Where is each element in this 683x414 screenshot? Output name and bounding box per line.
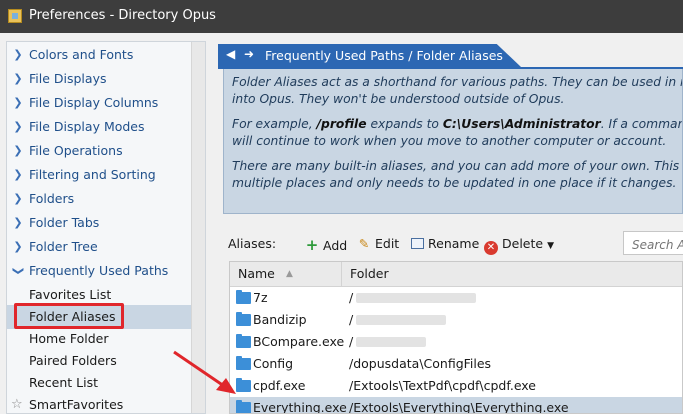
tree-item-colors-and-fonts[interactable]: ❯ Colors and Fonts bbox=[7, 43, 192, 67]
info-text: expands to bbox=[366, 117, 443, 131]
rename-button[interactable]: Rename bbox=[411, 236, 479, 251]
info-text: Folder Aliases act as a shorthand for va… bbox=[232, 75, 683, 89]
chevron-down-icon: ❯ bbox=[12, 266, 25, 276]
info-alias-example: /profile bbox=[316, 117, 367, 131]
info-text: For example, bbox=[232, 117, 317, 131]
table-row[interactable]: cpdf.exe /Extools\TextPdf\cpdf\cpdf.exe bbox=[230, 375, 682, 397]
column-header-name[interactable]: Name ▲ bbox=[230, 262, 342, 286]
table-header: Name ▲ Folder bbox=[230, 262, 682, 287]
info-text: multiple places and only needs to be upd… bbox=[232, 176, 677, 190]
chevron-right-icon: ❯ bbox=[13, 240, 23, 253]
info-text: There are many built-in aliases, and you… bbox=[232, 159, 683, 173]
chevron-right-icon: ❯ bbox=[13, 48, 23, 61]
chevron-right-icon: ❯ bbox=[13, 192, 23, 205]
column-header-folder[interactable]: Folder bbox=[342, 262, 389, 286]
chevron-right-icon: ❯ bbox=[13, 72, 23, 85]
tree-item-file-operations[interactable]: ❯ File Operations bbox=[7, 139, 192, 163]
chevron-right-icon: ❯ bbox=[13, 216, 23, 229]
delete-icon: ✕ bbox=[484, 241, 498, 255]
settings-page: ◀ ➜ Frequently Used Paths / Folder Alias… bbox=[216, 41, 683, 414]
tree-item-home-folder[interactable]: Home Folder bbox=[7, 327, 192, 351]
highlight-box bbox=[14, 303, 124, 329]
info-text: into Opus. They won't be understood outs… bbox=[232, 92, 565, 106]
page-header: ◀ ➜ Frequently Used Paths / Folder Alias… bbox=[218, 44, 521, 67]
table-row[interactable]: Everything.exe /Extools\Everything\Every… bbox=[230, 397, 682, 413]
chevron-right-icon: ❯ bbox=[13, 96, 23, 109]
folder-icon bbox=[236, 290, 251, 304]
info-text: . If a command use bbox=[600, 117, 682, 131]
aliases-toolbar: Aliases: + Add ✎ Edit Rename ✕ Delete ▼ bbox=[216, 231, 683, 257]
dropdown-arrow-icon: ▼ bbox=[547, 241, 554, 251]
info-panel: Folder Aliases act as a shorthand for va… bbox=[223, 69, 683, 214]
table-row[interactable]: BCompare.exe / bbox=[230, 331, 682, 353]
folder-icon bbox=[236, 400, 251, 413]
star-icon: ☆ bbox=[11, 397, 23, 412]
table-row[interactable]: Bandizip / bbox=[230, 309, 682, 331]
chevron-right-icon: ❯ bbox=[13, 168, 23, 181]
add-button[interactable]: + Add bbox=[304, 236, 348, 254]
tree-item-folder-tree[interactable]: ❯ Folder Tree bbox=[7, 235, 192, 259]
tree-item-file-displays[interactable]: ❯ File Displays bbox=[7, 67, 192, 91]
app-icon bbox=[8, 9, 22, 23]
info-text: will continue to work when you move to a… bbox=[232, 134, 667, 148]
tree-item-paired-folders[interactable]: Paired Folders bbox=[7, 349, 192, 373]
tree-item-file-display-columns[interactable]: ❯ File Display Columns bbox=[7, 91, 192, 115]
back-arrow-icon[interactable]: ◀ bbox=[226, 47, 235, 61]
plus-icon: + bbox=[305, 236, 319, 254]
table-row[interactable]: Config /dopusdata\ConfigFiles bbox=[230, 353, 682, 375]
folder-icon bbox=[236, 334, 251, 348]
tree-item-recent-list[interactable]: Recent List bbox=[7, 371, 192, 395]
tree-item-filtering-and-sorting[interactable]: ❯ Filtering and Sorting bbox=[7, 163, 192, 187]
chevron-right-icon: ❯ bbox=[13, 120, 23, 133]
page-title: Frequently Used Paths / Folder Aliases bbox=[265, 48, 503, 63]
tree-item-file-display-modes[interactable]: ❯ File Display Modes bbox=[7, 115, 192, 139]
aliases-table[interactable]: Name ▲ Folder 7z / Bandizip / BCompare.ex… bbox=[229, 261, 683, 414]
redacted-path bbox=[356, 293, 476, 303]
tree-item-folder-tabs[interactable]: ❯ Folder Tabs bbox=[7, 211, 192, 235]
tree-item-folders[interactable]: ❯ Folders bbox=[7, 187, 192, 211]
delete-button[interactable]: ✕ Delete ▼ bbox=[484, 236, 554, 255]
sort-ascending-icon: ▲ bbox=[286, 269, 293, 279]
edit-button[interactable]: ✎ Edit bbox=[356, 236, 399, 251]
aliases-label: Aliases: bbox=[228, 236, 277, 251]
tree-item-smartfavorites[interactable]: ☆ SmartFavorites bbox=[7, 393, 192, 413]
info-path-example: C:\Users\Administrator bbox=[442, 117, 601, 131]
folder-icon bbox=[236, 312, 251, 326]
rename-icon bbox=[411, 238, 424, 249]
window-title: Preferences - Directory Opus bbox=[29, 8, 216, 23]
forward-arrow-icon[interactable]: ➜ bbox=[244, 47, 254, 61]
redacted-path bbox=[356, 337, 426, 347]
search-input[interactable] bbox=[623, 231, 683, 255]
pencil-icon: ✎ bbox=[358, 236, 370, 251]
red-arrow-annotation bbox=[173, 350, 236, 394]
title-bar: Preferences - Directory Opus bbox=[0, 0, 683, 33]
redacted-path bbox=[356, 315, 446, 325]
chevron-right-icon: ❯ bbox=[13, 144, 23, 157]
table-row[interactable]: 7z / bbox=[230, 287, 682, 309]
tree-item-frequently-used-paths[interactable]: ❯ Frequently Used Paths bbox=[7, 259, 192, 283]
